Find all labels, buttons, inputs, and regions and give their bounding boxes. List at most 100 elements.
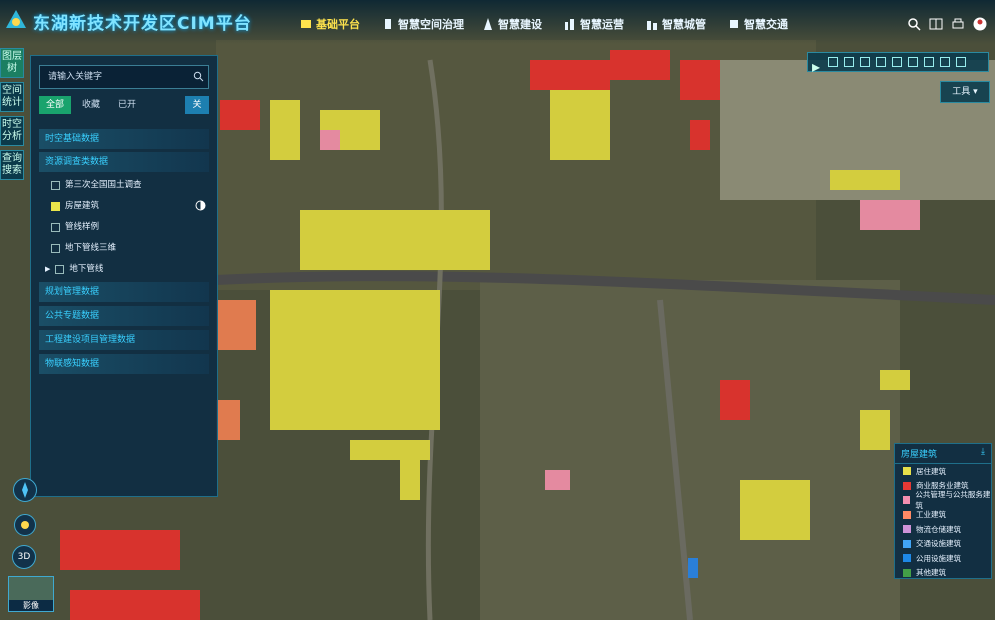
- layer-label: 管线样例: [65, 222, 100, 232]
- eye-icon[interactable]: [892, 57, 902, 67]
- layer-item[interactable]: ▶ 地下管线: [45, 261, 103, 277]
- layer-checkbox[interactable]: [51, 222, 60, 232]
- layer-label: 第三次全国国土调查: [65, 180, 142, 190]
- expand-arrow-icon[interactable]: ▶: [45, 261, 50, 277]
- query-search-button[interactable]: 查询搜索: [0, 150, 24, 180]
- legend-swatch: [903, 510, 911, 519]
- filter-opened-button[interactable]: 已开: [111, 96, 143, 114]
- tab-label: 智慧空间治理: [398, 18, 464, 31]
- legend-swatch: [903, 467, 911, 476]
- layer-search-input[interactable]: [46, 68, 190, 86]
- layer-checkbox[interactable]: [55, 264, 65, 274]
- legend-item: 交通设施建筑: [895, 537, 991, 552]
- category-resource-survey[interactable]: 资源调查类数据: [39, 152, 209, 172]
- opacity-icon[interactable]: [195, 200, 206, 211]
- download-icon[interactable]: ⤓: [981, 447, 985, 457]
- legend-swatch: [903, 568, 911, 577]
- close-all-toggle[interactable]: 关: [185, 96, 209, 114]
- app-title: 东湖新技术开发区CIM平台: [33, 14, 252, 34]
- category-spatiotemporal-basic[interactable]: 时空基础数据: [39, 129, 209, 149]
- category-engineering-projects[interactable]: 工程建设项目管理数据: [39, 330, 209, 350]
- layer-item[interactable]: 房屋建筑: [51, 198, 99, 214]
- traffic-icon: [730, 20, 738, 28]
- query-search-label: 查询搜索: [2, 153, 22, 176]
- spatial-statistics-label: 空间统计: [2, 85, 22, 108]
- measure-icon[interactable]: [876, 57, 886, 67]
- search-icon[interactable]: [193, 71, 204, 82]
- app-logo-icon: [6, 10, 26, 28]
- spatiotemporal-analysis-button[interactable]: 时空分析: [0, 116, 24, 146]
- city-icon: [647, 21, 657, 30]
- layer-tree-label: 图层树: [2, 51, 22, 74]
- layer-checkbox[interactable]: [51, 243, 60, 253]
- building-icon: [385, 19, 391, 29]
- home-icon[interactable]: [940, 57, 950, 67]
- legend-item: 居住建筑: [895, 464, 991, 479]
- category-public-thematic[interactable]: 公共专题数据: [39, 306, 209, 326]
- copy-icon[interactable]: [844, 57, 854, 67]
- tab-smart-construction[interactable]: 智慧建设: [482, 14, 542, 34]
- legend-title: 房屋建筑: [901, 450, 938, 460]
- print-icon[interactable]: [951, 17, 965, 31]
- compass-icon[interactable]: [13, 478, 37, 502]
- 3d-toggle-button[interactable]: 3D: [12, 545, 36, 569]
- info-icon[interactable]: [860, 57, 870, 67]
- minimap-imagery[interactable]: 影像: [8, 576, 54, 612]
- layer-item[interactable]: 管线样例: [51, 219, 99, 235]
- transport-building: [688, 558, 698, 578]
- legend-item: 其他建筑: [895, 566, 991, 581]
- tools-dropdown[interactable]: 工具 ▾: [940, 81, 990, 103]
- filter-favorites-button[interactable]: 收藏: [75, 96, 107, 114]
- legend-label: 公共管理与公共服务建筑: [915, 490, 991, 511]
- top-bar: 东湖新技术开发区CIM平台 基础平台 智慧空间治理 智慧建设 智慧运营 智慧城管…: [0, 0, 995, 44]
- fullscreen-icon[interactable]: [828, 57, 838, 67]
- legend-swatch: [903, 539, 911, 548]
- legend-swatch: [903, 554, 911, 563]
- legend-label: 居住建筑: [916, 466, 946, 476]
- category-planning-management[interactable]: 规划管理数据: [39, 282, 209, 302]
- tab-label: 智慧交通: [744, 18, 788, 31]
- toolbar-expand-icon[interactable]: ▸: [812, 57, 822, 76]
- map-toolbar: ▸: [807, 52, 989, 76]
- filter-all-button[interactable]: 全部: [39, 96, 71, 114]
- legend-label: 公用设施建筑: [916, 553, 961, 563]
- layer-label: 地下管线: [69, 264, 104, 274]
- layer-checkbox[interactable]: [51, 201, 60, 211]
- city-icon: [565, 19, 574, 30]
- sun-icon[interactable]: [14, 514, 36, 536]
- tab-label: 智慧城管: [662, 18, 706, 31]
- legend-label: 交通设施建筑: [916, 539, 961, 549]
- tower-icon: [484, 18, 492, 30]
- layer-checkbox[interactable]: [51, 180, 60, 190]
- user-avatar-icon[interactable]: [973, 17, 987, 31]
- tab-smart-operation[interactable]: 智慧运营: [564, 14, 624, 34]
- tools-label: 工具: [952, 87, 971, 97]
- search-box: [39, 65, 209, 89]
- spatiotemporal-analysis-label: 时空分析: [2, 119, 22, 142]
- tab-smart-city-management[interactable]: 智慧城管: [646, 14, 706, 34]
- tab-basic-platform[interactable]: 基础平台: [286, 10, 374, 38]
- layer-panel: 全部 收藏 已开 关 时空基础数据 资源调查类数据 第三次全国国土调查 房屋建筑…: [30, 55, 218, 497]
- layer-tree-button[interactable]: 图层树: [0, 48, 24, 78]
- tab-smart-space-governance[interactable]: 智慧空间治理: [382, 14, 464, 34]
- layer-item[interactable]: 第三次全国国土调查: [51, 177, 142, 193]
- tab-label: 智慧建设: [498, 18, 542, 31]
- category-iot-sensing[interactable]: 物联感知数据: [39, 354, 209, 374]
- split-screen-icon[interactable]: [929, 17, 943, 31]
- location-icon[interactable]: [924, 57, 934, 67]
- tab-label: 智慧运营: [580, 18, 624, 31]
- map-legend: 房屋建筑 ⤓ 居住建筑 商业服务业建筑 公共管理与公共服务建筑 工业建筑 物流仓…: [894, 443, 992, 579]
- legend-item: 公用设施建筑: [895, 551, 991, 566]
- layer-item[interactable]: 地下管线三维: [51, 240, 116, 256]
- search-icon[interactable]: [907, 17, 921, 31]
- minimap-label: 影像: [9, 600, 53, 611]
- legend-label: 其他建筑: [916, 568, 946, 578]
- draw-icon[interactable]: [908, 57, 918, 67]
- tab-smart-traffic[interactable]: 智慧交通: [728, 14, 788, 34]
- legend-item: 物流仓储建筑: [895, 522, 991, 537]
- spatial-statistics-button[interactable]: 空间统计: [0, 82, 24, 112]
- legend-swatch: [903, 481, 911, 490]
- legend-label: 物流仓储建筑: [916, 524, 961, 534]
- left-tool-strip: 图层树 空间统计 时空分析 查询搜索: [0, 48, 24, 184]
- share-icon[interactable]: [956, 57, 966, 67]
